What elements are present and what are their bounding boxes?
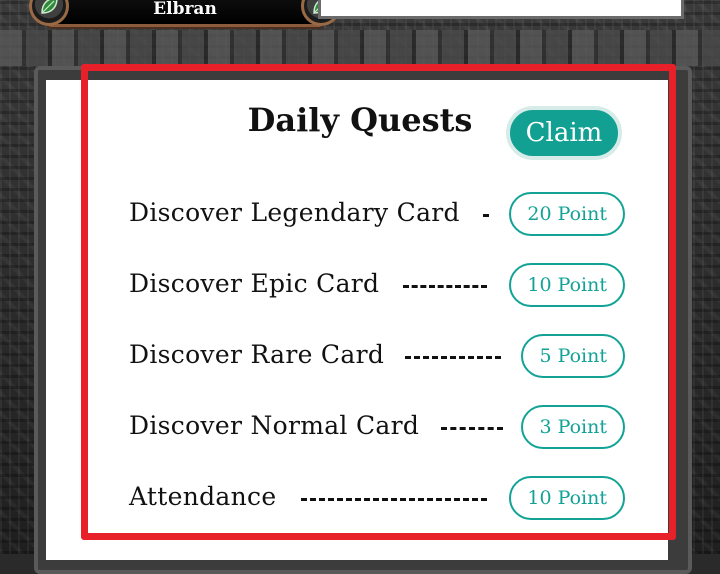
background-tiles bbox=[0, 30, 720, 66]
character-banner: Elbran bbox=[29, 0, 341, 27]
top-info-panel bbox=[318, 0, 684, 19]
character-name: Elbran bbox=[153, 0, 217, 19]
highlight-frame bbox=[81, 64, 676, 540]
